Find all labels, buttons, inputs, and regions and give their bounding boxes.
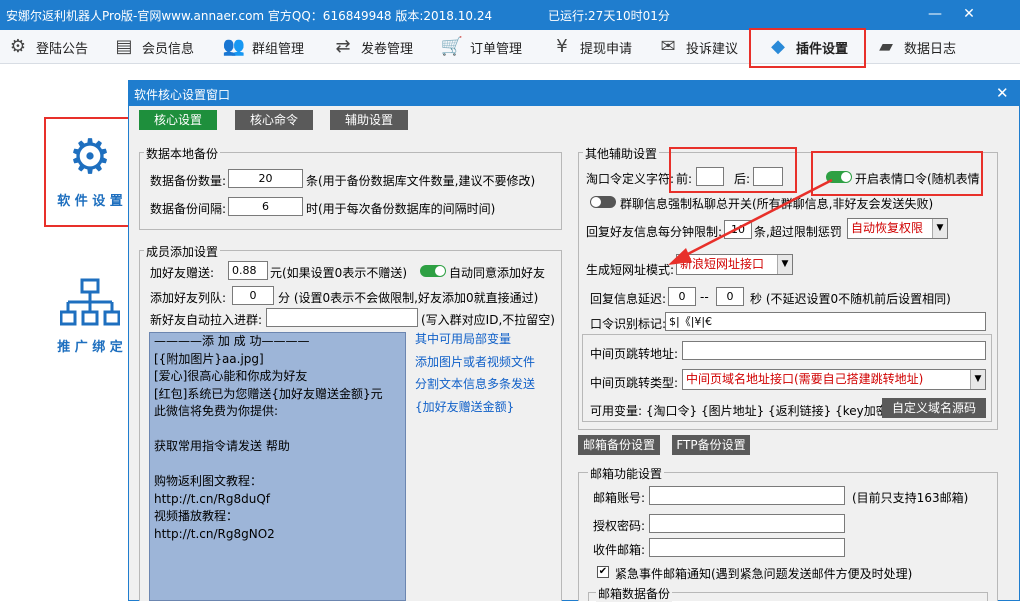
kouling-id-input[interactable]: $|《|¥|€	[665, 312, 986, 331]
jump-url-label: 中间页跳转地址:	[590, 347, 679, 361]
tab-core-settings[interactable]: 核心设置	[139, 110, 217, 130]
local-backup-group	[139, 152, 562, 230]
tab-core-commands[interactable]: 核心命令	[235, 110, 313, 130]
mail-icon: ✉	[660, 36, 676, 57]
backup-count-label: 数据备份数量:	[150, 174, 227, 188]
dialog-close-button[interactable]: ✕	[996, 84, 1009, 102]
menu-item-member-info[interactable]: ▤ 会员信息	[112, 30, 194, 64]
queue-input[interactable]: 0	[232, 286, 274, 305]
mail-account-input[interactable]	[649, 486, 845, 505]
auto-group-label: 新好友自动拉入进群:	[150, 313, 263, 327]
force-private-toggle[interactable]	[590, 196, 616, 208]
users-icon: 👥	[222, 36, 246, 57]
local-backup-legend: 数据本地备份	[144, 145, 221, 162]
mail-account-label: 邮箱账号:	[593, 491, 646, 505]
dialog-title-bar: 软件核心设置窗口 ✕	[128, 80, 1020, 106]
gift-amount-input[interactable]: 0.88	[228, 261, 268, 280]
other-settings-legend: 其他辅助设置	[583, 145, 660, 162]
cart-icon: 🛒	[440, 36, 464, 57]
urgent-notify-checkbox[interactable]: ✔	[597, 566, 609, 578]
dialog-title: 软件核心设置窗口	[134, 88, 231, 102]
link-add-media[interactable]: 添加图片或者视频文件	[415, 353, 535, 370]
backup-interval-hint: 时(用于每次备份数据库的间隔时间)	[306, 202, 496, 216]
tab-aux-settings[interactable]: 辅助设置	[330, 110, 408, 130]
mail-backup-settings-button[interactable]: 邮箱备份设置	[578, 435, 660, 455]
kouling-id-label: 口令识别标记:	[590, 317, 667, 331]
auto-group-input[interactable]	[266, 308, 418, 327]
mail-function-legend: 邮箱功能设置	[588, 465, 665, 482]
link-gift-variable[interactable]: {加好友赠送金额}	[415, 398, 514, 415]
jump-url-input[interactable]	[682, 341, 986, 360]
menu-item-withdraw[interactable]: ¥ 提现申请	[550, 30, 632, 64]
main-menu-bar: ⚙ 登陆公告 ▤ 会员信息 👥 群组管理 ⇄ 发卷管理 🛒 订单管理 ¥ 提现申请 ✉ 投诉建…	[0, 30, 1020, 64]
auto-accept-toggle[interactable]	[420, 265, 446, 277]
reply-delay-from-input[interactable]: 0	[668, 287, 696, 306]
uptime-label: 已运行:27天10时01分	[548, 9, 670, 23]
auto-accept-label: 自动同意添加好友	[449, 266, 546, 280]
gift-hint: 元(如果设置0表示不赠送)	[270, 266, 407, 280]
menu-item-login-notice[interactable]: ⚙ 登陆公告	[6, 30, 88, 64]
mail-backup-legend: 邮箱数据备份	[596, 585, 673, 602]
ftp-backup-settings-button[interactable]: FTP备份设置	[672, 435, 750, 455]
receive-mail-label: 收件邮箱:	[593, 543, 646, 557]
menu-item-order-manage[interactable]: 🛒 订单管理	[440, 30, 522, 64]
backup-count-hint: 条(用于备份数据库文件数量,建议不要修改)	[306, 174, 536, 188]
queue-hint: 分 (设置0表示不会做限制,好友添加0就直接通过)	[278, 291, 539, 305]
highlight-box-plugin-settings	[749, 28, 866, 68]
sidebar-promo-binding[interactable]: 推 广 绑 定	[44, 278, 136, 355]
link-local-variables[interactable]: 其中可用局部变量	[415, 330, 511, 347]
backup-count-input[interactable]: 20	[228, 169, 303, 188]
auto-group-hint: (写入群对应ID,不拉留空)	[421, 313, 555, 327]
jump-type-select[interactable]: 中间页域名地址接口(需要自己搭建跳转地址) ▼	[682, 369, 986, 390]
chevron-down-icon: ▼	[932, 219, 947, 238]
urgent-notify-label: 紧急事件邮箱通知(遇到紧急问题发送邮件方便及时处理)	[615, 567, 913, 581]
member-add-legend: 成员添加设置	[144, 243, 221, 260]
highlight-box-software-settings	[44, 117, 136, 227]
gear-icon: ⚙	[9, 36, 27, 57]
queue-label: 添加好友列队:	[150, 291, 227, 305]
menu-item-data-log[interactable]: ▰ 数据日志	[874, 30, 956, 64]
auth-password-input[interactable]	[649, 514, 845, 533]
chevron-down-icon: ▼	[970, 370, 985, 389]
welcome-message-textarea[interactable]: ————添 加 成 功———— [{附加图片}aa.jpg] [爱心]很高心能和…	[149, 332, 406, 601]
receive-mail-input[interactable]	[649, 538, 845, 557]
backup-interval-label: 数据备份间隔:	[150, 202, 227, 216]
close-window-button[interactable]: ✕	[952, 0, 986, 30]
custom-domain-button[interactable]: 自定义域名源码	[882, 398, 986, 418]
auth-password-label: 授权密码:	[593, 519, 646, 533]
reply-delay-to-input[interactable]: 0	[716, 287, 744, 306]
id-card-icon: ▤	[115, 36, 133, 57]
app-title: 安娜尔返利机器人Pro版-官网www.annaer.com 官方QQ：61684…	[6, 9, 493, 23]
reply-delay-label: 回复信息延迟:	[590, 292, 667, 306]
gift-label: 加好友赠送:	[150, 266, 215, 280]
annotation-arrow	[668, 178, 833, 265]
mail-account-hint: (目前只支持163邮箱)	[852, 491, 969, 505]
hierarchy-icon	[59, 278, 121, 326]
app-title-bar: 安娜尔返利机器人Pro版-官网www.annaer.com 官方QQ：61684…	[0, 0, 1020, 30]
jump-type-label: 中间页跳转类型:	[590, 376, 679, 390]
menu-item-coupon-manage[interactable]: ⇄ 发卷管理	[331, 30, 413, 64]
reply-delay-hint: 秒 (不延迟设置0不随机前后设置相同)	[750, 292, 951, 306]
backup-interval-input[interactable]: 6	[228, 197, 303, 216]
reply-delay-separator: --	[700, 290, 709, 304]
folder-icon: ▰	[879, 36, 893, 57]
menu-item-complaint[interactable]: ✉ 投诉建议	[656, 30, 738, 64]
link-split-message[interactable]: 分割文本信息多条发送	[415, 375, 535, 392]
yen-icon: ¥	[556, 36, 568, 57]
available-vars: 可用变量: {淘口令} {图片地址} {返利链接} {key加密}	[590, 404, 896, 418]
penalty-select[interactable]: 自动恢复权限 ▼	[847, 218, 948, 239]
minimize-button[interactable]: —	[918, 0, 952, 30]
exchange-icon: ⇄	[335, 36, 351, 57]
menu-item-group-manage[interactable]: 👥 群组管理	[222, 30, 304, 64]
